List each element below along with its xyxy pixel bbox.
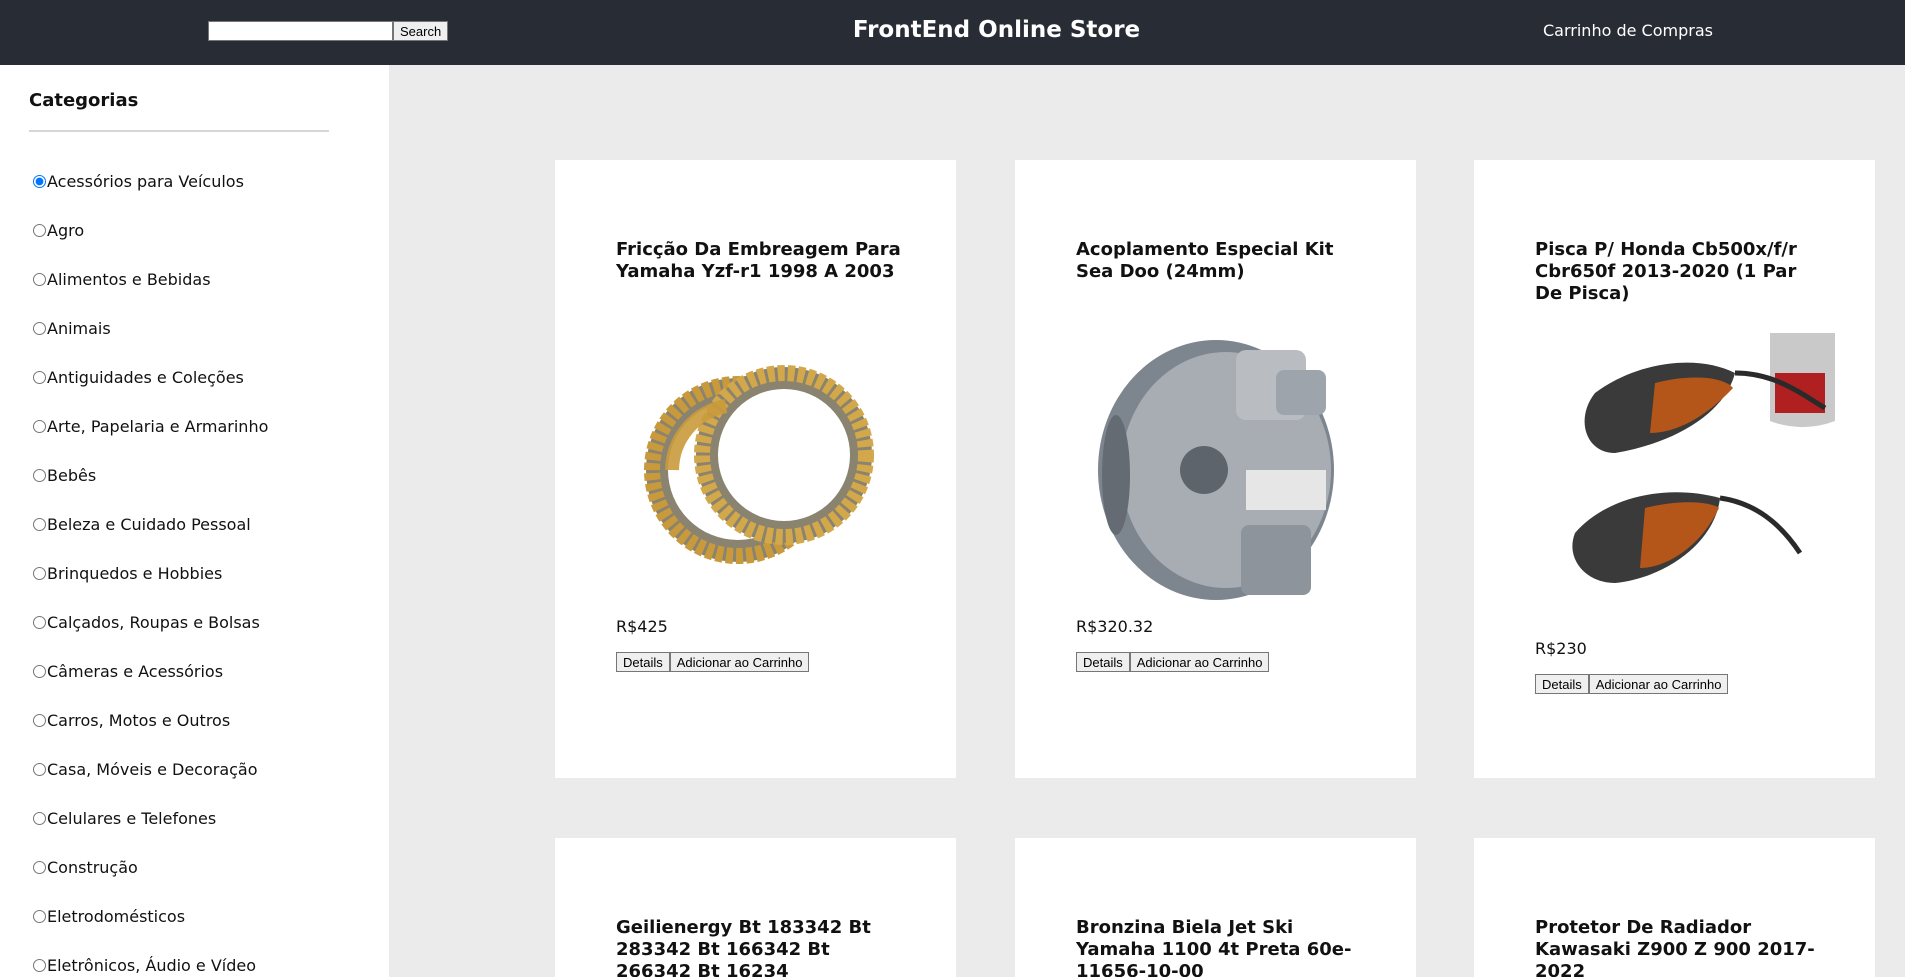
clutch-plates-image (644, 365, 874, 564)
category-list: Acessórios para Veículos Agro Alimentos … (33, 172, 268, 977)
product-price: R$230 (1535, 639, 1587, 658)
add-to-cart-button[interactable]: Adicionar ao Carrinho (1588, 674, 1729, 694)
category-label: Casa, Móveis e Decoração (47, 760, 258, 779)
sidebar-divider (29, 130, 329, 132)
add-to-cart-button[interactable]: Adicionar ao Carrinho (669, 652, 810, 672)
category-label: Eletrodomésticos (47, 907, 186, 926)
category-radio[interactable] (33, 175, 46, 188)
category-item[interactable]: Casa, Móveis e Decoração (33, 760, 268, 809)
shopping-cart-link[interactable]: Carrinho de Compras (1543, 21, 1713, 40)
product-card: Fricção Da Embreagem Para Yamaha Yzf-r1 … (555, 160, 956, 778)
category-item[interactable]: Eletrônicos, Áudio e Vídeo (33, 956, 268, 977)
category-label: Construção (47, 858, 138, 877)
category-label: Alimentos e Bebidas (47, 270, 211, 289)
metal-coupling-image (1098, 340, 1334, 600)
category-radio[interactable] (33, 371, 46, 384)
product-card: Bronzina Biela Jet Ski Yamaha 1100 4t Pr… (1015, 838, 1416, 977)
product-image (1076, 310, 1376, 610)
search-input[interactable] (208, 21, 393, 41)
category-label: Bebês (47, 466, 97, 485)
product-actions: Details Adicionar ao Carrinho (1076, 652, 1270, 672)
category-label: Celulares e Telefones (47, 809, 217, 828)
category-label: Calçados, Roupas e Bolsas (47, 613, 260, 632)
category-item[interactable]: Calçados, Roupas e Bolsas (33, 613, 268, 662)
details-button[interactable]: Details (1076, 652, 1130, 672)
category-item[interactable]: Bebês (33, 466, 268, 515)
category-radio[interactable] (33, 763, 46, 776)
category-item[interactable]: Alimentos e Bebidas (33, 270, 268, 319)
add-to-cart-button[interactable]: Adicionar ao Carrinho (1129, 652, 1270, 672)
product-card: Acoplamento Especial Kit Sea Doo (24mm) … (1015, 160, 1416, 778)
category-item[interactable]: Celulares e Telefones (33, 809, 268, 858)
category-radio[interactable] (33, 322, 46, 335)
category-item[interactable]: Beleza e Cuidado Pessoal (33, 515, 268, 564)
category-radio[interactable] (33, 959, 46, 972)
category-label: Acessórios para Veículos (47, 172, 244, 191)
turn-signals-image (1572, 333, 1835, 583)
category-item[interactable]: Câmeras e Acessórios (33, 662, 268, 711)
product-card: Geilienergy Bt 183342 Bt 283342 Bt 16634… (555, 838, 956, 977)
product-title: Fricção Da Embreagem Para Yamaha Yzf-r1 … (616, 239, 901, 282)
product-title: Geilienergy Bt 183342 Bt 283342 Bt 16634… (616, 917, 871, 977)
product-title: Protetor De Radiador Kawasaki Z900 Z 900… (1535, 917, 1815, 977)
category-label: Câmeras e Acessórios (47, 662, 224, 681)
category-radio[interactable] (33, 567, 46, 580)
categories-heading: Categorias (29, 90, 139, 111)
category-radio[interactable] (33, 861, 46, 874)
details-button[interactable]: Details (1535, 674, 1589, 694)
product-card: Protetor De Radiador Kawasaki Z900 Z 900… (1474, 838, 1875, 977)
category-item[interactable]: Arte, Papelaria e Armarinho (33, 417, 268, 466)
category-item[interactable]: Antiguidades e Coleções (33, 368, 268, 417)
category-radio[interactable] (33, 469, 46, 482)
top-bar: Search FrontEnd Online Store Carrinho de… (0, 0, 1905, 65)
category-radio[interactable] (33, 420, 46, 433)
category-item[interactable]: Eletrodomésticos (33, 907, 268, 956)
product-price: R$320.32 (1076, 617, 1154, 636)
category-label: Carros, Motos e Outros (47, 711, 231, 730)
category-radio[interactable] (33, 714, 46, 727)
category-radio[interactable] (33, 665, 46, 678)
category-item[interactable]: Acessórios para Veículos (33, 172, 268, 221)
product-price: R$425 (616, 617, 668, 636)
category-label: Beleza e Cuidado Pessoal (47, 515, 251, 534)
details-button[interactable]: Details (616, 652, 670, 672)
product-image (616, 310, 916, 610)
category-radio[interactable] (33, 273, 46, 286)
product-actions: Details Adicionar ao Carrinho (1535, 674, 1729, 694)
category-sidebar: Categorias Acessórios para Veículos Agro… (0, 65, 389, 977)
category-label: Arte, Papelaria e Armarinho (47, 417, 269, 436)
search-form: Search (208, 21, 449, 41)
category-label: Antiguidades e Coleções (47, 368, 244, 387)
category-item[interactable]: Animais (33, 319, 268, 368)
category-radio[interactable] (33, 616, 46, 629)
category-label: Animais (47, 319, 111, 338)
product-title: Bronzina Biela Jet Ski Yamaha 1100 4t Pr… (1076, 917, 1352, 977)
category-item[interactable]: Carros, Motos e Outros (33, 711, 268, 760)
category-radio[interactable] (33, 518, 46, 531)
category-item[interactable]: Brinquedos e Hobbies (33, 564, 268, 613)
category-label: Agro (47, 221, 85, 240)
product-image (1535, 333, 1835, 633)
search-button[interactable]: Search (393, 21, 449, 41)
product-actions: Details Adicionar ao Carrinho (616, 652, 810, 672)
category-label: Eletrônicos, Áudio e Vídeo (47, 956, 257, 975)
category-radio[interactable] (33, 910, 46, 923)
product-card: Pisca P/ Honda Cb500x/f/r Cbr650f 2013-2… (1474, 160, 1875, 778)
product-title: Acoplamento Especial Kit Sea Doo (24mm) (1076, 239, 1334, 282)
category-item[interactable]: Agro (33, 221, 268, 270)
category-radio[interactable] (33, 812, 46, 825)
category-label: Brinquedos e Hobbies (47, 564, 223, 583)
product-title: Pisca P/ Honda Cb500x/f/r Cbr650f 2013-2… (1535, 239, 1797, 304)
category-radio[interactable] (33, 224, 46, 237)
category-item[interactable]: Construção (33, 858, 268, 907)
